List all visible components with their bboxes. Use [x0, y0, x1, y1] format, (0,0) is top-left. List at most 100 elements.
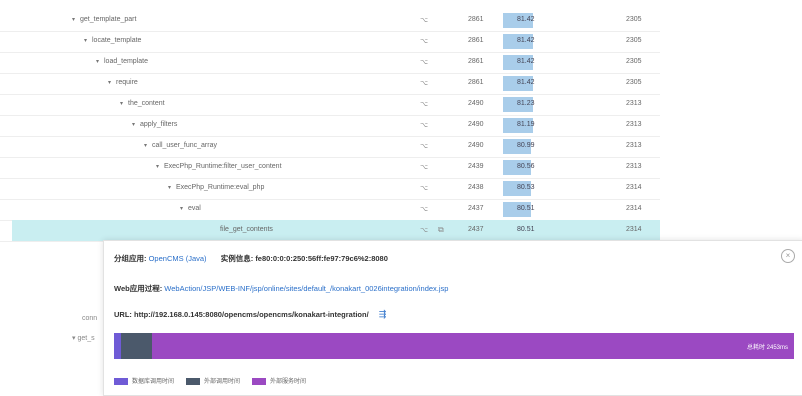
time-value: 2314	[626, 205, 642, 212]
chevron-down-icon[interactable]: ▾	[72, 16, 80, 23]
app-info-line: 分组应用: OpenCMS (Java) 实例信息: fe80:0:0:0:25…	[114, 254, 388, 263]
method-icon[interactable]: ⌥	[420, 58, 428, 66]
percent-bar: 81.23	[503, 97, 541, 112]
chevron-down-icon[interactable]: ▾	[144, 142, 152, 149]
timeline-segment-external	[121, 333, 152, 359]
method-icon[interactable]: ⌥	[420, 79, 428, 87]
percent-bar: 80.56	[503, 160, 541, 175]
row-label-partial: conn	[82, 315, 98, 322]
legend-swatch	[252, 377, 267, 385]
web-process-link[interactable]: WebAction/JSP/WEB-INF/jsp/online/sites/d…	[164, 284, 448, 293]
time-value: 2305	[626, 37, 642, 44]
call-count: 2490	[468, 142, 484, 149]
percent-bar: 81.42	[503, 55, 541, 70]
method-icon[interactable]: ⌥	[420, 121, 428, 129]
sql-icon[interactable]: ⧉	[438, 225, 444, 235]
call-count: 2490	[468, 121, 484, 128]
tree-row[interactable]: ▾ ExecPhp_Runtime:eval_php ⌥ 2438 80.53 2314	[0, 178, 660, 199]
method-icon[interactable]: ⌥	[420, 226, 428, 234]
tree-row[interactable]: ▾ require ⌥ 2861 81.42 2305	[0, 73, 660, 94]
close-icon[interactable]: ×	[781, 249, 795, 263]
chevron-down-icon[interactable]: ▾	[180, 205, 188, 212]
percent-bar: 81.19	[503, 118, 541, 133]
chevron-down-icon[interactable]: ▾	[84, 37, 92, 44]
row-label-partial-2[interactable]: ▾ get_s	[72, 334, 95, 342]
chevron-down-icon[interactable]: ▾	[120, 100, 128, 107]
tree-node-label[interactable]: ▾ get_template_part	[72, 16, 136, 23]
timeline-segment-db	[114, 333, 121, 359]
tree-node-label[interactable]: ▾ apply_filters	[132, 121, 177, 128]
tree-node-label[interactable]: ▾ locate_template	[84, 37, 141, 44]
method-icon[interactable]: ⌥	[420, 205, 428, 213]
tree-node-label[interactable]: ▾ ExecPhp_Runtime:eval_php	[168, 184, 264, 191]
tree-row[interactable]: ▾ ExecPhp_Runtime:filter_user_content ⌥ 243…	[0, 157, 660, 178]
send-icon[interactable]: ⇶	[379, 309, 387, 320]
legend-swatch	[186, 377, 201, 385]
tree-node-label[interactable]: ▾ require	[108, 79, 138, 86]
call-count: 2439	[468, 163, 484, 170]
call-count: 2861	[468, 37, 484, 44]
percent-bar: 81.42	[503, 76, 541, 91]
percent-bar: 80.99	[503, 139, 541, 154]
percent-bar: 80.51	[503, 202, 541, 217]
tree-row[interactable]: ▾ get_template_part ⌥ 2861 81.42 2305	[0, 10, 660, 31]
time-value: 2313	[626, 100, 642, 107]
web-process-line: Web应用过程: WebAction/JSP/WEB-INF/jsp/onlin…	[114, 284, 449, 293]
legend-item[interactable]: 外部服务时间	[252, 376, 306, 385]
tree-row[interactable]: ▾ locate_template ⌥ 2861 81.42 2305	[0, 31, 660, 52]
call-count: 2437	[468, 205, 484, 212]
tree-node-label[interactable]: ▾ load_template	[96, 58, 148, 65]
call-count: 2438	[468, 184, 484, 191]
tree-node-label[interactable]: file_get_contents	[220, 226, 273, 233]
method-icon[interactable]: ⌥	[420, 184, 428, 192]
time-value: 2313	[626, 121, 642, 128]
chevron-down-icon[interactable]: ▾	[108, 79, 116, 86]
chevron-down-icon[interactable]: ▾	[132, 121, 140, 128]
tree-node-label[interactable]: ▾ eval	[180, 205, 201, 212]
call-count: 2861	[468, 79, 484, 86]
timeline-label: 总耗时 2453ms	[746, 345, 788, 351]
time-value: 2305	[626, 79, 642, 86]
tree-row[interactable]: file_get_contents ⌥ ⧉ 2437 80.51 2314	[12, 220, 660, 241]
method-icon[interactable]: ⌥	[420, 163, 428, 171]
tree-row[interactable]: ▾ call_user_func_array ⌥ 2490 80.99 2313	[0, 136, 660, 157]
time-value: 2305	[626, 16, 642, 23]
legend-item[interactable]: 外部调用时间	[186, 376, 240, 385]
tree-row[interactable]: ▾ apply_filters ⌥ 2490 81.19 2313	[0, 115, 660, 136]
legend-swatch	[114, 377, 128, 385]
timeline-bar: 总耗时 2453ms	[114, 333, 794, 359]
time-value: 2305	[626, 58, 642, 65]
chevron-down-icon[interactable]: ▾	[96, 58, 104, 65]
tree-node-label[interactable]: ▾ the_content	[120, 100, 165, 107]
method-icon[interactable]: ⌥	[420, 16, 428, 24]
call-count: 2490	[468, 100, 484, 107]
url-value: http://192.168.0.145:8080/opencms/opencm…	[134, 310, 369, 319]
time-value: 2313	[626, 142, 642, 149]
legend-item[interactable]: 数据库调用时间	[114, 376, 174, 385]
time-value: 2314	[626, 226, 642, 233]
percent-bar: 81.42	[503, 13, 541, 28]
method-icon[interactable]: ⌥	[420, 37, 428, 45]
instance-value: fe80:0:0:0:250:56ff:fe97:79c6%2:8080	[255, 254, 388, 263]
app-link[interactable]: OpenCMS (Java)	[149, 254, 207, 263]
percent-bar: 81.42	[503, 34, 541, 49]
percent-bar: 80.53	[503, 181, 541, 196]
chevron-down-icon[interactable]: ▾	[168, 184, 176, 191]
tree-row[interactable]: ▾ the_content ⌥ 2490 81.23 2313	[0, 94, 660, 115]
method-icon[interactable]: ⌥	[420, 100, 428, 108]
time-value: 2313	[626, 163, 642, 170]
tree-row[interactable]: ▾ load_template ⌥ 2861 81.42 2305	[0, 52, 660, 73]
time-value: 2314	[626, 184, 642, 191]
tree-row[interactable]: ▾ eval ⌥ 2437 80.51 2314	[0, 199, 660, 220]
transaction-detail-popup: × 分组应用: OpenCMS (Java) 实例信息: fe80:0:0:0:…	[103, 240, 802, 396]
call-count: 2861	[468, 58, 484, 65]
tree-node-label[interactable]: ▾ ExecPhp_Runtime:filter_user_content	[156, 163, 282, 170]
call-count: 2437	[468, 226, 484, 233]
timeline-legend: 数据库调用时间 外部调用时间 外部服务时间	[114, 376, 318, 385]
call-count: 2861	[468, 16, 484, 23]
method-icon[interactable]: ⌥	[420, 142, 428, 150]
percent-bar: 80.51	[517, 226, 535, 233]
tree-node-label[interactable]: ▾ call_user_func_array	[144, 142, 217, 149]
chevron-down-icon[interactable]: ▾	[156, 163, 164, 170]
url-line: URL: http://192.168.0.145:8080/opencms/o…	[114, 309, 387, 320]
